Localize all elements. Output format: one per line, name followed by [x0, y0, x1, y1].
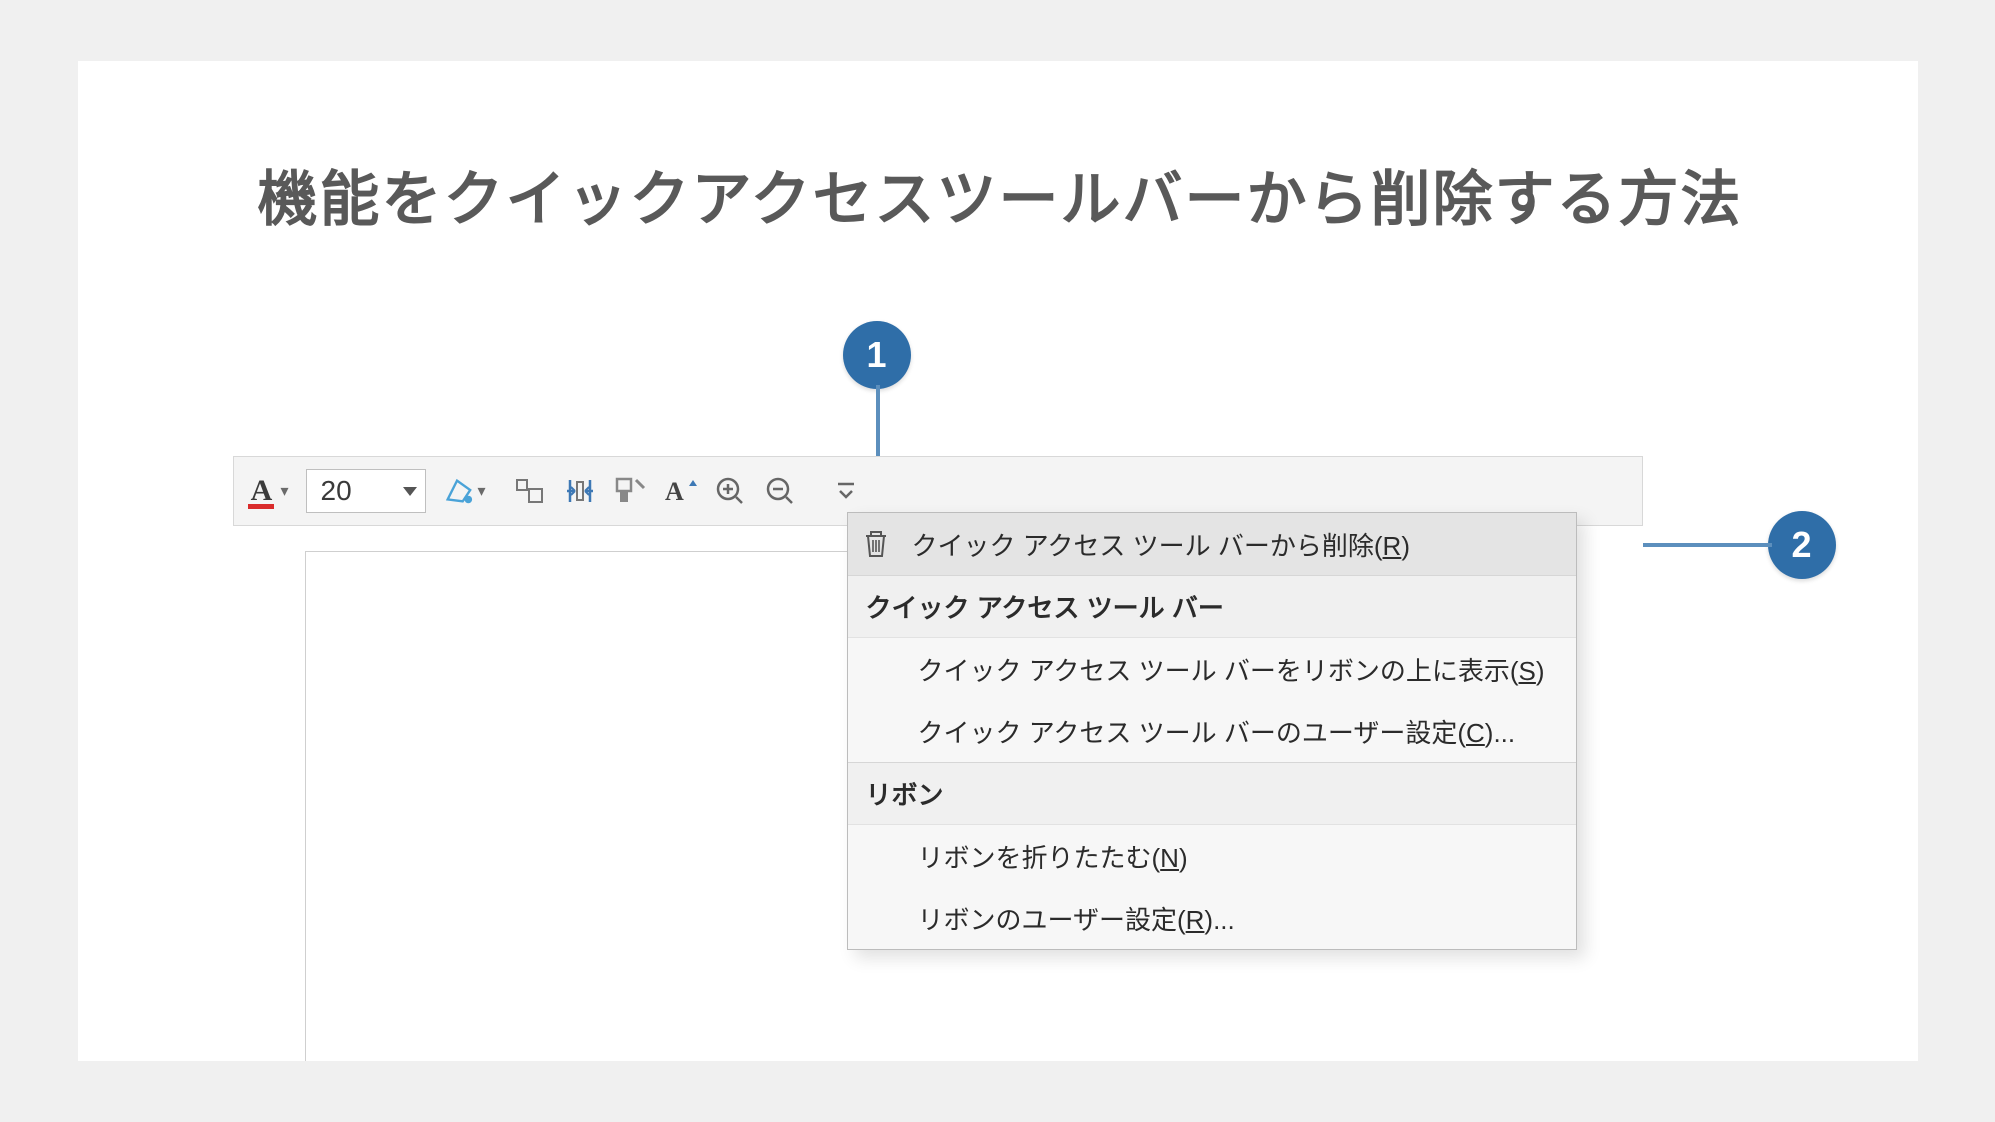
callout-step-2: 2	[1768, 511, 1836, 579]
distribute-button[interactable]	[558, 469, 602, 513]
callout-step-1: 1	[843, 321, 911, 389]
menu-item-label: クイック アクセス ツール バーから削除(R)	[904, 526, 1410, 563]
font-size-combo[interactable]: 20	[306, 469, 426, 513]
instruction-card: 機能をクイックアクセスツールバーから削除する方法 1 2 A ▾ 20 ▾	[78, 61, 1918, 1061]
chevron-down-icon: ▾	[280, 481, 288, 501]
menu-section-header-ribbon: リボン	[848, 762, 1576, 825]
context-menu: クイック アクセス ツール バーから削除(R) クイック アクセス ツール バー…	[847, 512, 1577, 950]
connector-1	[876, 385, 880, 463]
font-size-value: 20	[321, 475, 352, 507]
menu-item-label: リボンを折りたたむ(N)	[918, 838, 1188, 875]
increase-font-button[interactable]: A	[658, 469, 702, 513]
svg-text:A: A	[665, 477, 684, 506]
chevron-down-icon: ▾	[477, 481, 485, 501]
align-objects-button[interactable]	[508, 469, 552, 513]
customize-qat-button[interactable]	[824, 469, 868, 513]
zoom-in-button[interactable]	[708, 469, 752, 513]
menu-item-remove-from-qat[interactable]: クイック アクセス ツール バーから削除(R)	[848, 513, 1576, 575]
menu-item-customize-qat[interactable]: クイック アクセス ツール バーのユーザー設定(C)...	[848, 700, 1576, 762]
zoom-out-button[interactable]	[758, 469, 802, 513]
format-painter-button[interactable]	[608, 469, 652, 513]
font-color-icon: A	[246, 473, 276, 509]
menu-item-label: リボンのユーザー設定(R)...	[918, 900, 1235, 937]
menu-section-header-qat: クイック アクセス ツール バー	[848, 575, 1576, 638]
font-color-button[interactable]: A ▾	[246, 469, 290, 513]
trash-icon	[862, 529, 890, 559]
menu-item-collapse-ribbon[interactable]: リボンを折りたたむ(N)	[848, 825, 1576, 887]
menu-item-show-qat-above-ribbon[interactable]: クイック アクセス ツール バーをリボンの上に表示(S)	[848, 638, 1576, 700]
menu-item-label: クイック アクセス ツール バーのユーザー設定(C)...	[918, 713, 1516, 750]
shape-fill-button[interactable]: ▾	[442, 469, 486, 513]
page-title: 機能をクイックアクセスツールバーから削除する方法	[258, 151, 1743, 238]
menu-item-customize-ribbon[interactable]: リボンのユーザー設定(R)...	[848, 887, 1576, 949]
menu-item-label: クイック アクセス ツール バーをリボンの上に表示(S)	[918, 651, 1545, 688]
screenshot-region: A ▾ 20 ▾	[233, 456, 1643, 996]
chevron-down-icon	[403, 487, 417, 496]
